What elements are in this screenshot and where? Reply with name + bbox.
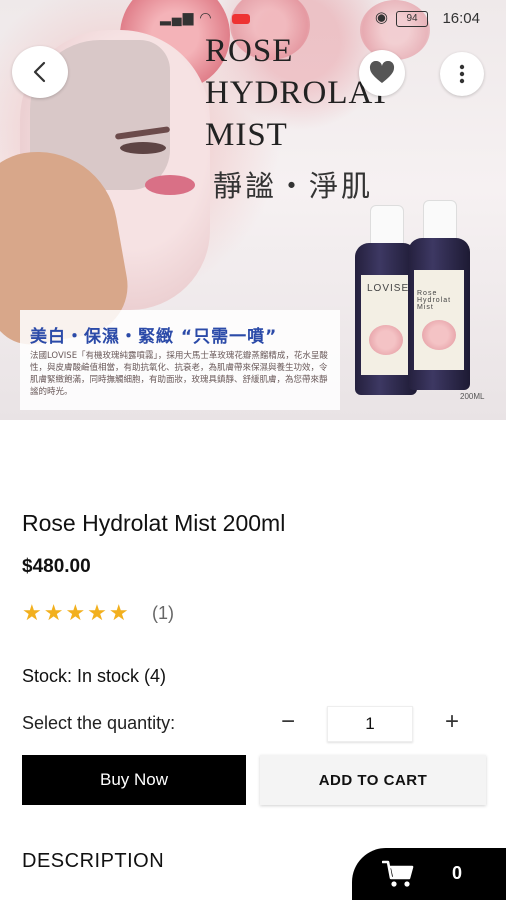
quantity-label: Select the quantity: (22, 713, 176, 733)
shopping-cart-icon (382, 860, 414, 887)
buy-now-button[interactable]: Buy Now (22, 755, 246, 805)
description-heading[interactable]: DESCRIPTION (22, 850, 164, 873)
quantity-increment-button[interactable]: + (440, 708, 464, 738)
more-vertical-icon (459, 64, 465, 84)
poster-subtitle: 靜謐・淨肌 (213, 169, 374, 203)
rose-icon (369, 325, 403, 355)
product-price: $480.00 (22, 556, 91, 577)
eye-icon: ◉ (374, 9, 388, 26)
bottle-cap (423, 200, 457, 242)
favorite-button[interactable] (359, 50, 405, 96)
cart-count: 0 (452, 863, 463, 883)
rose-icon (422, 320, 456, 350)
bottle-label-text: Rose Hydrolat Mist (417, 290, 452, 311)
poster-tagline: 美白・保濕・緊緻 “只需一噴” (30, 327, 278, 347)
product-title: Rose Hydrolat Mist 200ml (22, 510, 286, 536)
poster-title: ROSE HYDROLAT MIST (205, 30, 391, 156)
cart-button[interactable]: 0 (352, 848, 506, 900)
poster-body-text: 法國LOVISE「有機玫瑰純露噴霧」，採用大馬士革玫瑰花瓣蒸餾精成，花水呈酸性，… (30, 351, 328, 397)
status-time: 16:04 (442, 10, 480, 27)
bottle-cap (370, 205, 404, 247)
notification-icon (232, 14, 250, 24)
rating-stars: ★★★★★ (22, 600, 131, 625)
quantity-input[interactable] (327, 706, 413, 742)
battery-icon: 94 (396, 11, 428, 27)
chevron-left-icon (33, 61, 46, 83)
review-count[interactable]: (1) (152, 603, 174, 624)
add-to-cart-button[interactable]: ADD TO CART (260, 755, 486, 805)
model-lips (145, 175, 195, 195)
product-image: ROSE HYDROLAT MIST 靜謐・淨肌 LOVISE Rose Hyd… (0, 0, 506, 420)
back-button[interactable] (12, 46, 68, 98)
stock-status: Stock: In stock (4) (22, 666, 167, 686)
signal-icon: ▂▄▆ ◠ (160, 9, 213, 25)
model-eye (120, 142, 166, 154)
bottle-brand: LOVISE (367, 283, 410, 294)
status-bar: ▂▄▆ ◠ ◉ 94 16:04 (0, 6, 506, 30)
more-options-button[interactable] (440, 52, 484, 96)
product-bottle: Rose Hydrolat Mist (408, 200, 470, 390)
poster-size: 200ML (460, 392, 485, 401)
heart-icon (369, 61, 395, 83)
poster-title-line: MIST (205, 117, 288, 153)
quantity-decrement-button[interactable]: − (276, 708, 300, 738)
